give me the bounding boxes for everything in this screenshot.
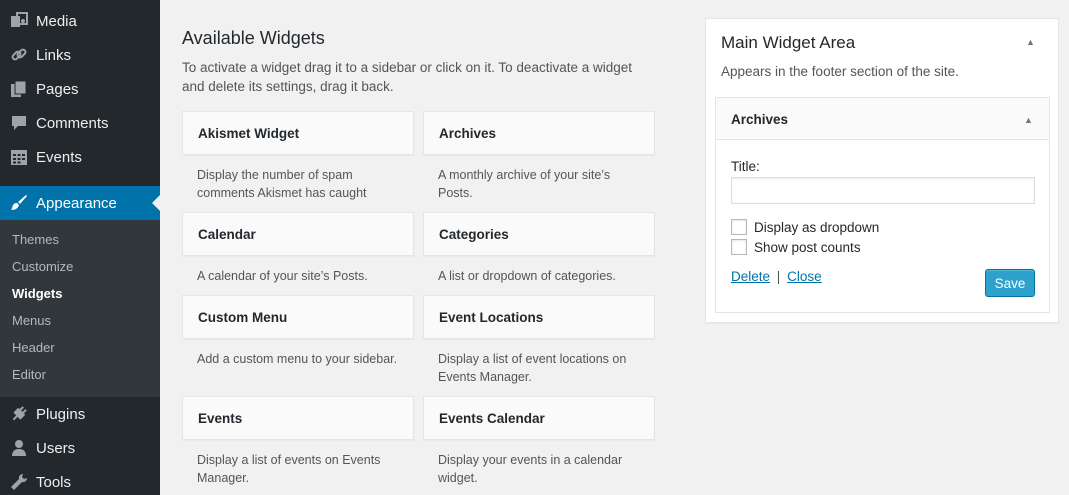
- post-counts-checkbox-label[interactable]: Show post counts: [754, 240, 861, 255]
- menu-item-appearance[interactable]: Appearance: [0, 186, 160, 220]
- menu-item-users[interactable]: Users: [0, 431, 160, 465]
- widget-title[interactable]: Categories: [423, 212, 655, 256]
- close-link[interactable]: Close: [787, 269, 822, 284]
- menu-label-comments: Comments: [36, 114, 109, 132]
- comments-icon: [0, 114, 36, 132]
- widget-title[interactable]: Events Calendar: [423, 396, 655, 440]
- widget-calendar[interactable]: Calendar A calendar of your site’s Posts…: [182, 212, 414, 285]
- menu-label-users: Users: [36, 439, 76, 457]
- appearance-submenu: Themes Customize Widgets Menus Header Ed…: [0, 220, 160, 397]
- widget-events[interactable]: Events Display a list of events on Event…: [182, 396, 414, 487]
- links-icon: [0, 46, 36, 64]
- menu-label-appearance: Appearance: [36, 194, 117, 212]
- plugins-icon: [0, 405, 36, 423]
- widget-description: A monthly archive of your site’s Posts.: [438, 168, 611, 200]
- menu-label-pages: Pages: [36, 80, 79, 98]
- widget-description: A list or dropdown of categories.: [438, 269, 616, 283]
- widget-title[interactable]: Events: [182, 396, 414, 440]
- submenu-widgets[interactable]: Widgets: [12, 284, 62, 304]
- menu-label-links: Links: [36, 46, 72, 64]
- post-counts-checkbox[interactable]: [731, 239, 747, 255]
- archives-widget-form: Archives ▲ Title: Display as dropdown Sh…: [715, 97, 1050, 313]
- available-widgets-description: To activate a widget drag it to a sideba…: [182, 60, 632, 94]
- widget-description: Display your events in a calendar widget…: [438, 453, 623, 485]
- widget-title[interactable]: Custom Menu: [182, 295, 414, 339]
- archives-widget-header[interactable]: Archives ▲: [716, 98, 1049, 140]
- dropdown-checkbox[interactable]: [731, 219, 747, 235]
- collapse-arrow-icon[interactable]: ▲: [1026, 37, 1035, 47]
- menu-item-tools[interactable]: Tools: [0, 465, 160, 495]
- save-button[interactable]: Save: [985, 269, 1035, 297]
- menu-label-media: Media: [36, 12, 77, 30]
- pages-icon: [0, 80, 36, 98]
- dropdown-option[interactable]: Display as dropdown: [731, 219, 879, 235]
- widget-description: Display the number of spam comments Akis…: [197, 168, 367, 200]
- available-widgets-title: Available Widgets: [182, 28, 325, 48]
- widget-title[interactable]: Akismet Widget: [182, 111, 414, 155]
- widget-event-locations[interactable]: Event Locations Display a list of event …: [423, 295, 655, 386]
- widget-title[interactable]: Calendar: [182, 212, 414, 256]
- menu-item-links[interactable]: Links: [0, 38, 160, 72]
- widget-description: Display a list of event locations on Eve…: [438, 352, 627, 384]
- menu-label-events: Events: [36, 148, 82, 166]
- widget-description: Add a custom menu to your sidebar.: [197, 352, 398, 366]
- menu-label-plugins: Plugins: [36, 405, 86, 423]
- widget-title[interactable]: Event Locations: [423, 295, 655, 339]
- dropdown-checkbox-label[interactable]: Display as dropdown: [754, 220, 879, 235]
- menu-label-tools: Tools: [36, 473, 72, 491]
- widget-control-links: Delete | Close: [731, 269, 822, 284]
- widget-description: A calendar of your site’s Posts.: [197, 269, 368, 283]
- appearance-icon: [0, 194, 36, 212]
- menu-item-plugins[interactable]: Plugins: [0, 397, 160, 431]
- widget-events-calendar[interactable]: Events Calendar Display your events in a…: [423, 396, 655, 487]
- submenu-header[interactable]: Header: [12, 338, 55, 358]
- events-icon: [0, 148, 36, 166]
- widget-custom-menu[interactable]: Custom Menu Add a custom menu to your si…: [182, 295, 414, 368]
- users-icon: [0, 439, 36, 457]
- widget-akismet[interactable]: Akismet Widget Display the number of spa…: [182, 111, 414, 202]
- main-widget-area: Main Widget Area ▲ Appears in the footer…: [705, 18, 1059, 323]
- menu-item-media[interactable]: Media: [0, 4, 160, 38]
- widget-categories[interactable]: Categories A list or dropdown of categor…: [423, 212, 655, 285]
- link-separator: |: [776, 269, 781, 284]
- tools-icon: [0, 473, 36, 491]
- title-input[interactable]: [731, 177, 1035, 204]
- widget-title[interactable]: Archives: [423, 111, 655, 155]
- menu-item-pages[interactable]: Pages: [0, 72, 160, 106]
- post-counts-option[interactable]: Show post counts: [731, 239, 861, 255]
- menu-item-events[interactable]: Events: [0, 140, 160, 174]
- media-icon: [0, 12, 36, 30]
- archives-widget-title: Archives: [731, 112, 789, 127]
- submenu-themes[interactable]: Themes: [12, 230, 59, 250]
- submenu-menus[interactable]: Menus: [12, 311, 51, 331]
- widget-area-description: Appears in the footer section of the sit…: [721, 64, 959, 79]
- menu-item-comments[interactable]: Comments: [0, 106, 160, 140]
- submenu-editor[interactable]: Editor: [12, 365, 46, 385]
- submenu-customize[interactable]: Customize: [12, 257, 73, 277]
- widget-archives[interactable]: Archives A monthly archive of your site’…: [423, 111, 655, 202]
- collapse-arrow-icon[interactable]: ▲: [1024, 115, 1033, 125]
- admin-menu: Media Links Pages Comments Events Appear…: [0, 0, 160, 495]
- delete-link[interactable]: Delete: [731, 269, 770, 284]
- widget-description: Display a list of events on Events Manag…: [197, 453, 381, 485]
- widget-area-title[interactable]: Main Widget Area: [721, 33, 855, 53]
- title-field-label: Title:: [731, 159, 760, 174]
